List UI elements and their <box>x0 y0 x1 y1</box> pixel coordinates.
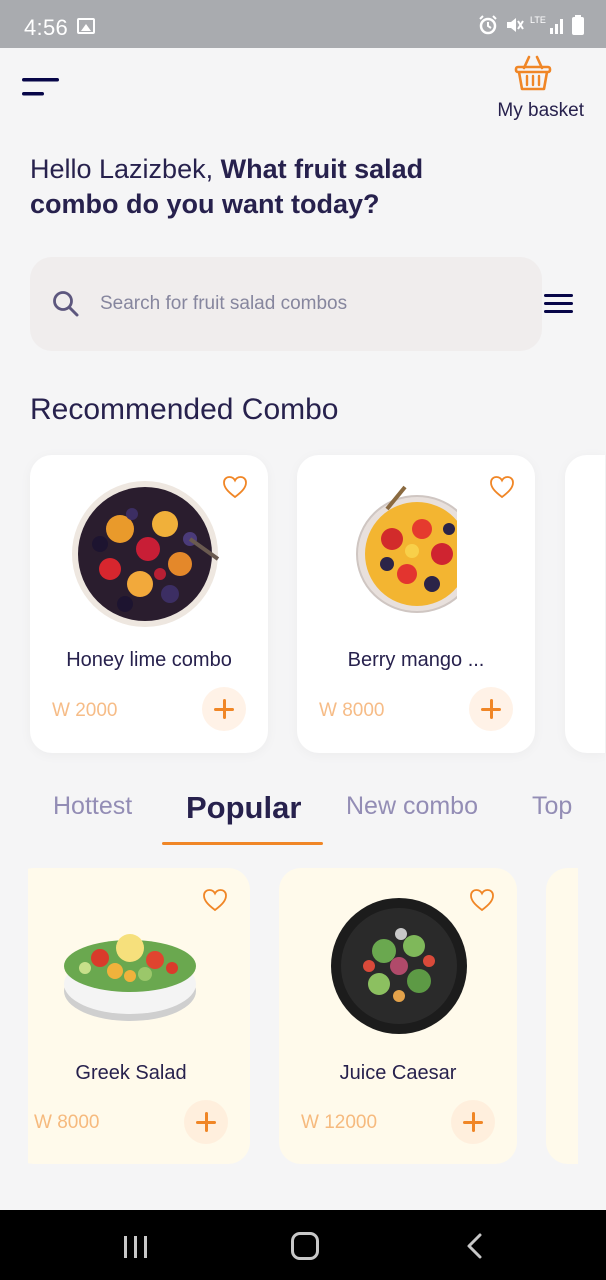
honey-lime-combo-image <box>72 481 220 627</box>
mute-icon <box>507 18 524 32</box>
popular-item-name: Juice Caesar <box>339 1062 457 1084</box>
tab-hottest[interactable]: Hottest <box>53 792 132 821</box>
alarm-icon <box>479 15 497 35</box>
scroll-mask <box>578 868 606 1164</box>
system-navigation-bar <box>0 1210 606 1280</box>
heart-icon[interactable] <box>202 888 228 912</box>
recommended-item-name: Honey lime combo <box>66 649 232 671</box>
recommended-card[interactable]: Honey lime combo W 2000 <box>30 455 268 753</box>
filter-icon[interactable] <box>544 293 574 315</box>
svg-text:LTE: LTE <box>530 15 546 25</box>
battery-icon <box>572 15 584 35</box>
status-bar: 4:56 LTE <box>0 0 606 48</box>
add-to-basket-button[interactable] <box>202 687 246 731</box>
search-icon <box>53 291 79 317</box>
popular-card[interactable]: Greek Salad W 8000 <box>12 868 250 1164</box>
recent-apps-icon[interactable] <box>122 1234 150 1260</box>
popular-card[interactable]: Juice Caesar W 12000 <box>279 868 517 1164</box>
popular-item-price: W 12000 <box>301 1112 378 1133</box>
active-tab-indicator <box>162 842 323 845</box>
menu-icon[interactable] <box>22 78 60 102</box>
popular-item-price: W 8000 <box>34 1112 100 1133</box>
popular-item-name: Greek Salad <box>75 1062 187 1084</box>
home-icon[interactable] <box>291 1232 319 1260</box>
greeting-name: Hello Lazizbek, <box>30 154 214 184</box>
heart-icon[interactable] <box>489 475 515 499</box>
scroll-mask <box>0 868 28 1164</box>
search-input[interactable] <box>100 257 520 351</box>
search-box[interactable] <box>30 257 542 351</box>
recommended-item-price: W 2000 <box>52 700 118 721</box>
greek-salad-image <box>64 934 196 1021</box>
category-tabs: Hottest Popular New combo Top <box>0 780 606 850</box>
add-to-basket-button[interactable] <box>451 1100 495 1144</box>
add-to-basket-button[interactable] <box>469 687 513 731</box>
recommended-card[interactable]: Berry mango ... W 8000 <box>297 455 535 753</box>
tab-popular[interactable]: Popular <box>186 790 301 826</box>
heart-icon[interactable] <box>222 475 248 499</box>
system-icons: LTE <box>478 14 584 36</box>
tab-new-combo[interactable]: New combo <box>346 792 478 821</box>
status-time: 4:56 <box>24 15 69 40</box>
gallery-icon <box>77 18 95 34</box>
greeting-text: Hello Lazizbek, What fruit salad combo d… <box>30 152 510 222</box>
recommended-title: Recommended Combo <box>30 393 339 426</box>
my-basket-button[interactable]: My basket <box>484 52 584 122</box>
heart-icon[interactable] <box>469 888 495 912</box>
recommended-item-price: W 8000 <box>319 700 385 721</box>
back-icon[interactable] <box>464 1232 486 1260</box>
recommended-item-name: Berry mango ... <box>347 649 485 671</box>
berry-mango-combo-image <box>356 485 487 629</box>
basket-label: My basket <box>497 100 584 121</box>
lte-signal-icon: LTE <box>530 15 563 34</box>
basket-icon <box>514 55 552 91</box>
recommended-card-partial[interactable] <box>565 455 605 753</box>
juice-caesar-image <box>331 898 467 1034</box>
add-to-basket-button[interactable] <box>184 1100 228 1144</box>
tab-top[interactable]: Top <box>532 792 572 821</box>
